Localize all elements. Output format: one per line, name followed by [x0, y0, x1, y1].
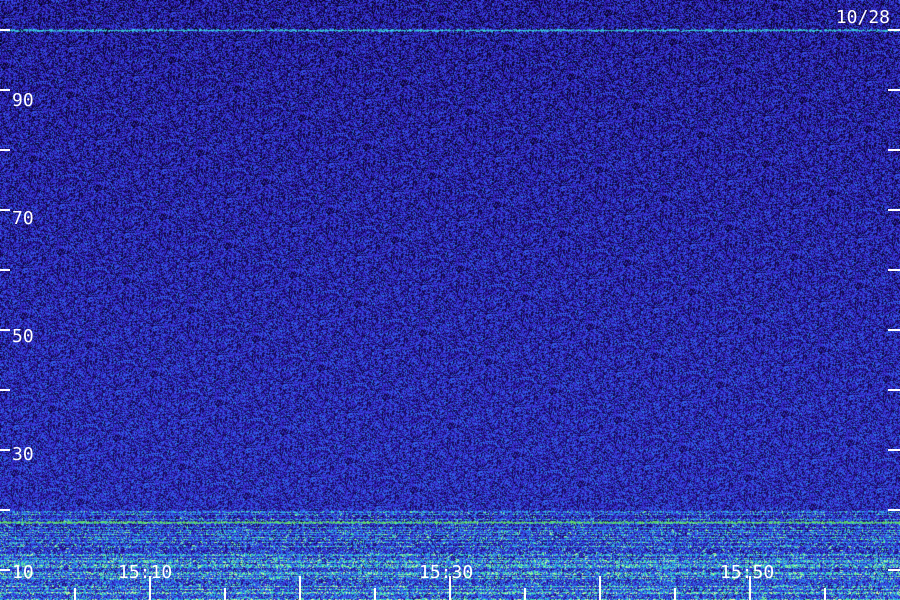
y-tick-label: 90: [12, 90, 34, 111]
spectrogram-overlay: 10 30 50 70 90 15:10 15:30 15:50 10/28: [0, 7, 900, 600]
x-tick-label: 15:50: [720, 562, 774, 583]
y-axis-ticks: [0, 29, 900, 571]
x-axis-labels: 15:10 15:30 15:50: [118, 562, 774, 583]
y-tick-label: 70: [12, 208, 34, 229]
y-tick-label: 50: [12, 326, 34, 347]
y-axis-labels: 10 30 50 70 90: [12, 90, 34, 583]
y-tick-label: 30: [12, 444, 34, 465]
y-tick-label: 10: [12, 562, 34, 583]
date-label: 10/28: [836, 7, 890, 28]
x-tick-label: 15:30: [419, 562, 473, 583]
x-tick-label: 15:10: [118, 562, 172, 583]
